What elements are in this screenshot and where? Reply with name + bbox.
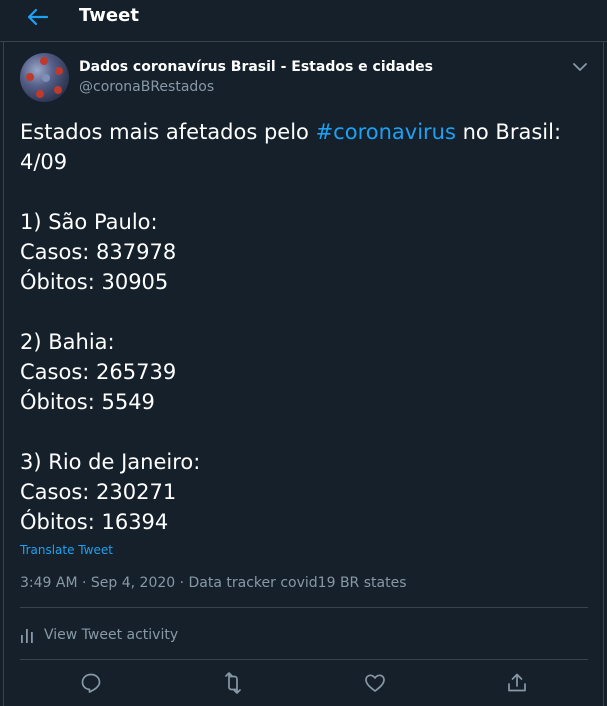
author-name[interactable]: Dados coronavírus Brasil - Estados e cid… bbox=[79, 59, 433, 75]
state-cases: Casos: 265739 bbox=[20, 360, 177, 384]
tweet-meta: 3:49 AM · Sep 4, 2020 · Data tracker cov… bbox=[20, 575, 407, 591]
arrow-left-icon[interactable] bbox=[24, 6, 50, 28]
state-deaths: Óbitos: 30905 bbox=[20, 270, 169, 294]
hashtag-link[interactable]: #coronavirus bbox=[316, 120, 456, 144]
intro-text-end: no Brasil: bbox=[455, 120, 562, 144]
divider bbox=[20, 659, 588, 660]
column-border-right bbox=[603, 42, 604, 706]
timestamp[interactable]: 3:49 AM · Sep 4, 2020 bbox=[20, 575, 175, 591]
source-label[interactable]: Data tracker covid19 BR states bbox=[189, 575, 407, 591]
author-handle[interactable]: @coronaBRestados bbox=[79, 79, 214, 95]
tweet-intro: Estados mais afetados pelo #coronavirus … bbox=[20, 117, 580, 147]
state-cases: Casos: 837978 bbox=[20, 240, 177, 264]
state-title: 3) Rio de Janeiro: bbox=[20, 450, 201, 474]
state-deaths: Óbitos: 5549 bbox=[20, 390, 155, 414]
tweet-date: 4/09 bbox=[20, 150, 68, 174]
translate-tweet-link[interactable]: Translate Tweet bbox=[20, 543, 113, 557]
avatar[interactable] bbox=[20, 53, 69, 102]
state-deaths: Óbitos: 16394 bbox=[20, 510, 169, 534]
share-icon[interactable] bbox=[505, 671, 529, 695]
top-bar: Tweet bbox=[0, 0, 607, 42]
view-activity-label: View Tweet activity bbox=[44, 627, 179, 643]
state-title: 2) Bahia: bbox=[20, 330, 115, 354]
state-title: 1) São Paulo: bbox=[20, 210, 158, 234]
intro-text: Estados mais afetados pelo bbox=[20, 120, 316, 144]
retweet-icon[interactable] bbox=[221, 671, 245, 695]
tweet-text: Estados mais afetados pelo #coronavirus … bbox=[20, 117, 580, 537]
state-cases: Casos: 230271 bbox=[20, 480, 177, 504]
divider bbox=[20, 607, 588, 608]
bar-chart-icon bbox=[21, 629, 33, 643]
meta-separator: · bbox=[175, 575, 189, 591]
column-border-left bbox=[3, 42, 4, 706]
reply-icon[interactable] bbox=[79, 671, 103, 695]
page-title: Tweet bbox=[79, 5, 139, 26]
view-activity-button[interactable]: View Tweet activity bbox=[20, 625, 178, 645]
heart-icon[interactable] bbox=[363, 671, 387, 695]
chevron-down-icon[interactable] bbox=[571, 58, 589, 76]
